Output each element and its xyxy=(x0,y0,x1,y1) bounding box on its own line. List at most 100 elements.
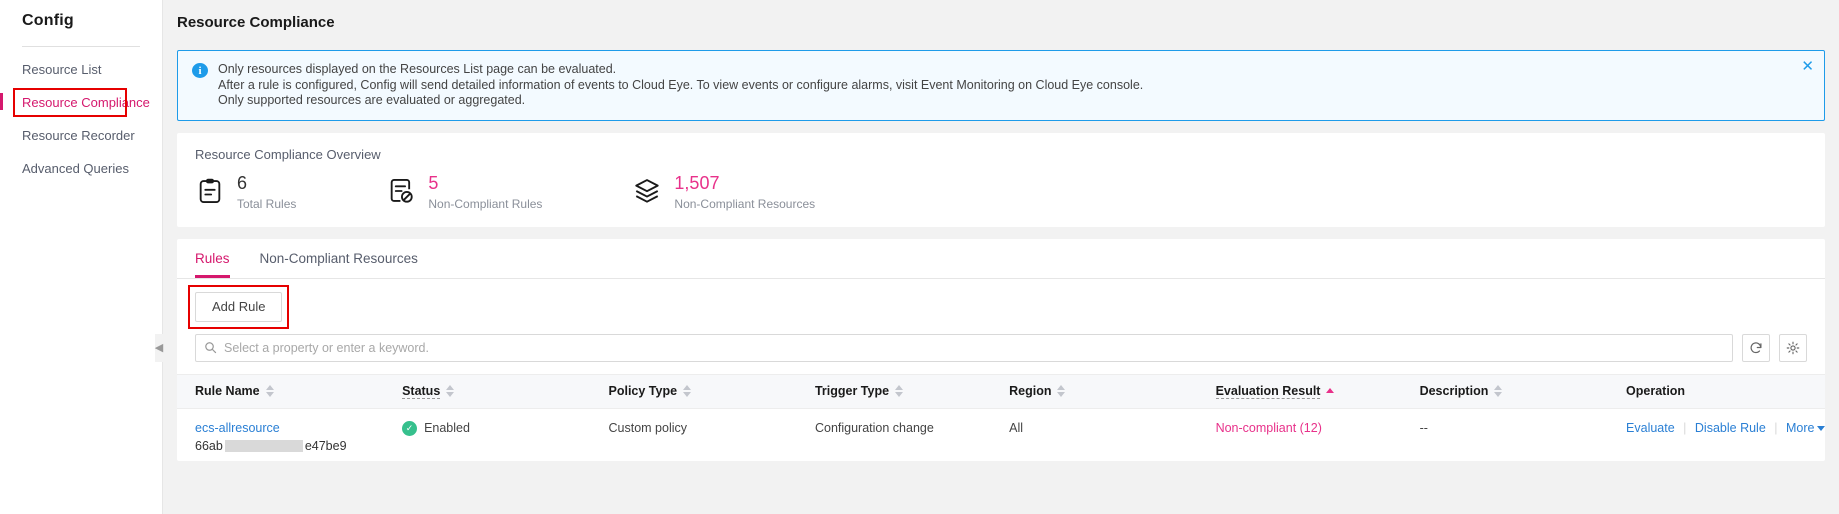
cell-trigger-type: Configuration change xyxy=(814,420,934,435)
search-row xyxy=(177,322,1825,362)
table-body: ecs-allresource 66ab e47be9 ✓ Enabled Cu… xyxy=(177,408,1826,461)
info-icon: i xyxy=(192,63,208,78)
column-header-region[interactable]: Region xyxy=(999,373,1206,409)
column-label: Region xyxy=(1009,384,1052,398)
stat-value: 1,507 xyxy=(674,172,720,193)
column-header-evaluation-result[interactable]: Evaluation Result xyxy=(1205,373,1410,409)
tab-label: Non-Compliant Resources xyxy=(259,250,418,266)
stat-label: Non-Compliant Resources xyxy=(674,196,816,211)
rule-id: 66ab e47be9 xyxy=(195,439,392,453)
stat-total-rules: 6 Total Rules xyxy=(195,172,296,211)
chevron-down-icon[interactable] xyxy=(1817,425,1826,431)
add-rule-button[interactable]: Add Rule xyxy=(195,291,283,322)
rule-id-suffix: e47be9 xyxy=(304,438,347,453)
column-header-status[interactable]: Status xyxy=(392,373,599,409)
sort-icon[interactable] xyxy=(683,385,692,397)
sidebar-title: Config xyxy=(22,12,74,29)
more-link[interactable]: More xyxy=(1786,421,1814,435)
column-label: Status xyxy=(402,383,441,399)
disable-rule-link[interactable]: Disable Rule xyxy=(1695,421,1766,435)
column-label: Rule Name xyxy=(195,384,260,398)
info-banner-line-1: Only resources displayed on the Resource… xyxy=(218,62,617,76)
sort-icon[interactable] xyxy=(1326,387,1335,395)
cell-status: ✓ Enabled xyxy=(392,408,598,461)
sort-icon[interactable] xyxy=(895,385,904,397)
sidebar-item-advanced-queries[interactable]: Advanced Queries xyxy=(0,152,162,185)
column-label: Operation xyxy=(1626,384,1686,398)
sidebar-item-label: Advanced Queries xyxy=(22,161,129,176)
resource-compliance-overview-card: Resource Compliance Overview 6 Total Rul xyxy=(177,132,1825,227)
info-banner-text: Only resources displayed on the Resource… xyxy=(218,62,1143,109)
panel-tabs: Rules Non-Compliant Resources xyxy=(177,239,1825,279)
chevron-left-icon: ◀ xyxy=(154,341,164,354)
sort-icon[interactable] xyxy=(446,385,455,397)
rules-table: Rule Name Status Policy Type Trigger Typ… xyxy=(177,373,1826,461)
redacted-block xyxy=(224,439,303,452)
sidebar-item-resource-compliance[interactable]: Resource Compliance xyxy=(0,86,162,119)
sort-icon[interactable] xyxy=(265,385,274,397)
sort-icon[interactable] xyxy=(1494,385,1503,397)
stat-non-compliant-resources: 1,507 Non-Compliant Resources xyxy=(632,172,815,211)
clipboard-rules-icon xyxy=(195,176,225,206)
tab-label: Rules xyxy=(195,250,230,266)
cell-region: All xyxy=(1009,420,1024,435)
stat-value: 6 xyxy=(237,172,248,193)
info-banner: i Only resources displayed on the Resour… xyxy=(177,50,1825,121)
column-header-rule-name[interactable]: Rule Name xyxy=(177,373,393,409)
operation-separator: | xyxy=(1774,420,1778,435)
sidebar-item-resource-recorder[interactable]: Resource Recorder xyxy=(0,119,162,152)
app-root: Config Resource List Resource Compliance… xyxy=(0,0,1839,514)
sidebar-item-label: Resource Compliance xyxy=(22,95,150,110)
search-input[interactable] xyxy=(224,340,1724,355)
rule-id-prefix: 66ab xyxy=(195,438,223,453)
sidebar-nav: Resource List Resource Compliance Resour… xyxy=(0,47,162,185)
table-header: Rule Name Status Policy Type Trigger Typ… xyxy=(177,373,1825,409)
cell-rule-name: ecs-allresource 66ab e47be9 xyxy=(177,408,392,461)
status-badge: Enabled xyxy=(424,421,470,435)
operation-separator: | xyxy=(1683,420,1687,435)
column-header-operation: Operation xyxy=(1616,373,1825,409)
info-banner-line-3: Only supported resources are evaluated o… xyxy=(218,93,526,107)
search-box[interactable] xyxy=(195,333,1733,362)
info-banner-line-2: After a rule is configured, Config will … xyxy=(218,77,1144,92)
cell-evaluation-result: Non-compliant (12) xyxy=(1206,408,1410,461)
stat-label: Total Rules xyxy=(237,196,297,211)
stat-total-rules-text: 6 Total Rules xyxy=(237,172,296,211)
column-label: Policy Type xyxy=(608,384,678,398)
add-rule-button-wrapper: Add Rule xyxy=(187,284,291,329)
sidebar-item-label: Resource List xyxy=(22,62,102,77)
sort-icon[interactable] xyxy=(1057,385,1066,397)
tab-rules[interactable]: Rules xyxy=(195,238,230,278)
evaluate-link[interactable]: Evaluate xyxy=(1626,421,1675,435)
column-header-trigger-type[interactable]: Trigger Type xyxy=(804,373,1000,409)
sidebar: Config Resource List Resource Compliance… xyxy=(0,0,163,514)
panel-toolbar: Add Rule xyxy=(177,279,1825,329)
column-label: Evaluation Result xyxy=(1215,383,1321,399)
gear-icon[interactable] xyxy=(1779,333,1807,362)
column-header-description[interactable]: Description xyxy=(1409,373,1617,409)
stat-non-compliant-rules-text: 5 Non-Compliant Rules xyxy=(428,172,542,211)
column-header-policy-type[interactable]: Policy Type xyxy=(598,373,805,409)
page-title: Resource Compliance xyxy=(177,14,335,31)
evaluation-result-value[interactable]: Non-compliant (12) xyxy=(1216,421,1322,435)
cell-policy-type: Custom policy xyxy=(608,420,688,435)
table-row: ecs-allresource 66ab e47be9 ✓ Enabled Cu… xyxy=(177,408,1826,461)
close-icon[interactable]: ✕ xyxy=(1801,59,1814,74)
overview-title: Resource Compliance Overview xyxy=(195,146,381,162)
active-indicator-bar xyxy=(0,93,3,110)
cell-operation: Evaluate | Disable Rule | More xyxy=(1616,408,1826,461)
column-label: Description xyxy=(1419,384,1489,398)
stat-non-compliant-resources-text: 1,507 Non-Compliant Resources xyxy=(674,172,815,211)
layers-stack-icon xyxy=(632,176,662,206)
sidebar-collapse-handle[interactable]: ◀ xyxy=(155,334,163,362)
stat-label: Non-Compliant Rules xyxy=(428,196,543,211)
document-blocked-icon xyxy=(386,176,416,206)
column-label: Trigger Type xyxy=(814,384,890,398)
check-circle-icon: ✓ xyxy=(402,420,418,436)
stat-value: 5 xyxy=(428,172,439,193)
tab-non-compliant-resources[interactable]: Non-Compliant Resources xyxy=(260,238,418,278)
sidebar-item-resource-list[interactable]: Resource List xyxy=(0,53,162,86)
refresh-icon[interactable] xyxy=(1742,333,1770,362)
search-icon xyxy=(204,341,217,354)
rule-name-link[interactable]: ecs-allresource xyxy=(195,421,392,435)
